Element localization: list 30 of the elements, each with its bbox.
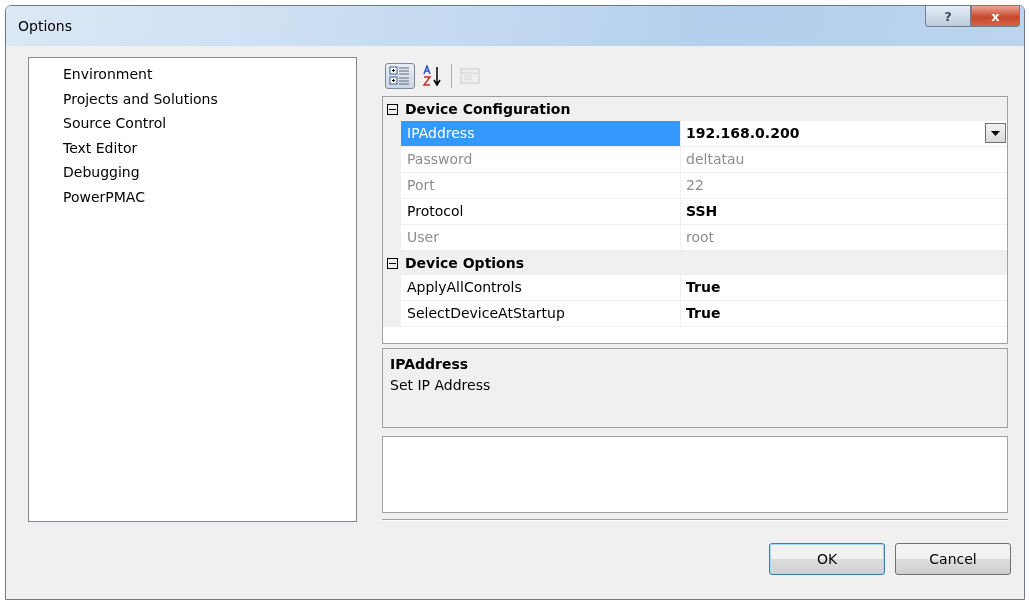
property-pages-icon (459, 66, 481, 86)
tree-item[interactable]: Projects and Solutions (29, 86, 356, 111)
category-name: Device Configuration (405, 99, 571, 119)
property-value[interactable]: SSH (686, 199, 718, 224)
description-text: Set IP Address (390, 376, 492, 395)
property-name[interactable]: ApplyAllControls (401, 275, 681, 301)
caret-icon (991, 130, 1000, 136)
help-button[interactable]: ? (925, 6, 971, 27)
property-value[interactable]: True (686, 301, 721, 326)
tree-item[interactable]: Debugging (29, 160, 356, 185)
property-name[interactable]: SelectDeviceAtStartup (401, 301, 681, 327)
collapse-icon (387, 103, 398, 115)
categorized-icon (389, 66, 411, 86)
close-button[interactable]: x (971, 6, 1020, 27)
tree-item[interactable]: Environment (29, 62, 356, 87)
category-row[interactable]: Device Configuration (383, 97, 1007, 121)
window-title: Options (18, 17, 73, 36)
collapse-icon (387, 257, 398, 269)
tree-item[interactable]: Source Control (29, 111, 356, 136)
sort-alphabetical-icon (422, 65, 444, 87)
cancel-button[interactable]: Cancel (895, 543, 1011, 575)
ok-button[interactable]: OK (769, 543, 885, 575)
description-title: IPAddress (390, 355, 470, 374)
dropdown-button[interactable] (985, 123, 1006, 143)
property-value[interactable]: True (686, 275, 721, 300)
category-name: Device Options (405, 253, 525, 273)
tree-item[interactable]: PowerPMAC (29, 184, 356, 209)
category-row[interactable]: Device Options (383, 251, 1007, 275)
tree-item[interactable]: Text Editor (29, 135, 356, 160)
property-name[interactable]: Protocol (401, 199, 681, 225)
